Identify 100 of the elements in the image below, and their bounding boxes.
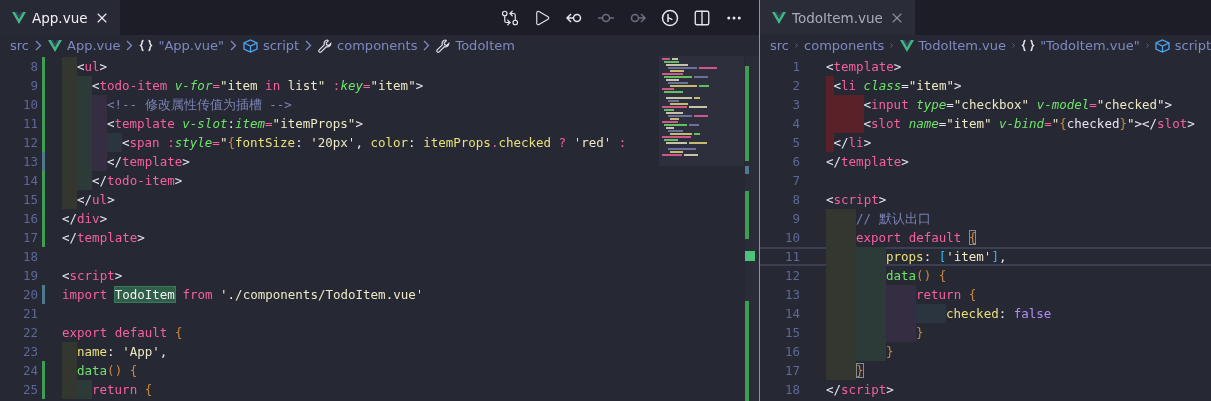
cube-icon	[242, 38, 258, 53]
line-number: 13	[21, 154, 38, 169]
split-editor-icon[interactable]	[693, 8, 711, 27]
chevron-right-icon	[890, 40, 894, 51]
code-line: </todo-item>	[92, 172, 183, 190]
code-comment: // 默认出口	[856, 210, 931, 228]
code-line: </template>	[62, 229, 145, 247]
line-number: 5	[791, 135, 800, 150]
line-number: 21	[21, 306, 38, 321]
line-number: 25	[21, 382, 38, 397]
code-line: }	[856, 362, 864, 380]
line-number: 16	[21, 211, 38, 226]
line-number: 9	[29, 78, 38, 93]
code-line: </ul>	[77, 191, 115, 209]
line-number: 8	[791, 192, 800, 207]
code-line: <script>	[62, 267, 123, 285]
code-line: data() {	[77, 362, 138, 380]
wrench-icon	[318, 38, 333, 53]
line-number: 18	[783, 382, 800, 397]
code-line: }	[916, 324, 924, 342]
breadcrumb-item[interactable]: script	[262, 38, 300, 53]
minimap-drawing[interactable]	[659, 56, 744, 166]
compare-changes-icon[interactable]	[501, 8, 519, 27]
line-number: 10	[21, 97, 38, 112]
editor-tab[interactable]: App.vue	[0, 0, 120, 35]
line-number: 11	[783, 249, 800, 264]
chevron-right-icon	[229, 40, 237, 51]
line-number: 22	[21, 325, 38, 340]
line-number: 18	[21, 249, 38, 264]
line-number: 2	[791, 78, 800, 93]
code-line: return {	[916, 286, 977, 304]
code-comment: <!-- 修改属性传值为插槽 -->	[107, 96, 292, 114]
code-line: </script>	[826, 381, 894, 399]
indent-guide	[856, 247, 886, 266]
code-line: <script>	[826, 191, 887, 209]
play-icon[interactable]	[533, 8, 551, 27]
chevron-right-icon	[795, 40, 799, 51]
breadcrumb-item[interactable]: src	[10, 38, 29, 53]
chevron-right-icon	[126, 40, 134, 51]
breadcrumb-item[interactable]: "TodoItem.vue"	[1040, 38, 1140, 53]
line-number: 10	[783, 230, 800, 245]
vue-icon	[772, 11, 786, 24]
code-line: </li>	[833, 134, 872, 152]
line-number: 1	[791, 59, 800, 74]
braces-icon	[1021, 38, 1036, 53]
code-line: <slot name="item" v-bind="{checked}"></slot>	[863, 115, 1195, 133]
code-line: name: 'App',	[77, 343, 168, 361]
line-number: 12	[21, 135, 38, 150]
breadcrumb-item[interactable]: "App.vue"	[158, 38, 224, 53]
editor-tab[interactable]: TodoItem.vue	[760, 0, 915, 35]
line-number: 6	[791, 154, 800, 169]
line-number: 24	[21, 363, 38, 378]
line-number: 15	[783, 325, 800, 340]
code-line: </template>	[107, 153, 190, 171]
code-line: </div>	[62, 210, 108, 228]
cube-icon	[1154, 38, 1170, 53]
line-number: 14	[21, 173, 38, 188]
branch-circle-icon[interactable]	[661, 8, 679, 27]
line-number: 23	[21, 344, 38, 359]
breadcrumb-item[interactable]: components	[804, 38, 885, 53]
code-line: return {	[92, 381, 153, 399]
code-line: import TodoItem from './components/TodoItem.vue'	[62, 286, 424, 304]
line-number: 9	[791, 211, 800, 226]
code-line: props: ['item'],	[886, 248, 1007, 266]
indent-guide	[826, 361, 856, 380]
code-line: export default {	[62, 324, 183, 342]
line-number: 17	[21, 230, 38, 245]
code-line: checked: false	[946, 305, 1052, 323]
breadcrumb-item[interactable]: TodoItem.vue	[918, 38, 1007, 53]
code-line: <template>	[826, 58, 902, 76]
line-number: 15	[21, 192, 38, 207]
breadcrumb-item[interactable]: TodoItem	[455, 38, 515, 53]
code-line: <input type="checkbox" v-model="checked">	[863, 96, 1173, 114]
chevron-right-icon	[423, 40, 431, 51]
vue-icon	[899, 39, 914, 52]
code-line: <ul>	[77, 58, 108, 76]
braces-icon	[139, 38, 154, 53]
line-number: 19	[21, 268, 38, 283]
vue-icon	[12, 11, 26, 24]
chevron-right-icon	[35, 40, 42, 51]
breadcrumb-item[interactable]: components	[337, 38, 418, 53]
code-line: data() {	[886, 267, 947, 285]
chevron-right-icon	[1145, 40, 1149, 51]
line-number: 11	[21, 116, 38, 131]
code-line: </template>	[826, 153, 909, 171]
breadcrumb-item[interactable]: src	[770, 38, 789, 53]
code-line: <li class="item">	[833, 77, 962, 95]
code-line: <todo-item v-for="item in list" :key="item">	[92, 77, 424, 95]
breadcrumb-item[interactable]: script	[1174, 38, 1211, 53]
code-line: <span :style="{fontSize: '20px', color: itemProps.checked ? 'red' :	[122, 134, 627, 152]
line-number: 13	[783, 287, 800, 302]
line-number: 8	[29, 59, 38, 74]
line-number: 20	[21, 287, 38, 302]
line-number: 3	[791, 97, 800, 112]
breadcrumb-item[interactable]: App.vue	[67, 38, 121, 53]
chevron-right-icon	[305, 40, 313, 51]
line-number: 12	[783, 268, 800, 283]
line-number: 16	[783, 344, 800, 359]
wrench-icon	[436, 38, 451, 53]
line-number: 17	[783, 363, 800, 378]
